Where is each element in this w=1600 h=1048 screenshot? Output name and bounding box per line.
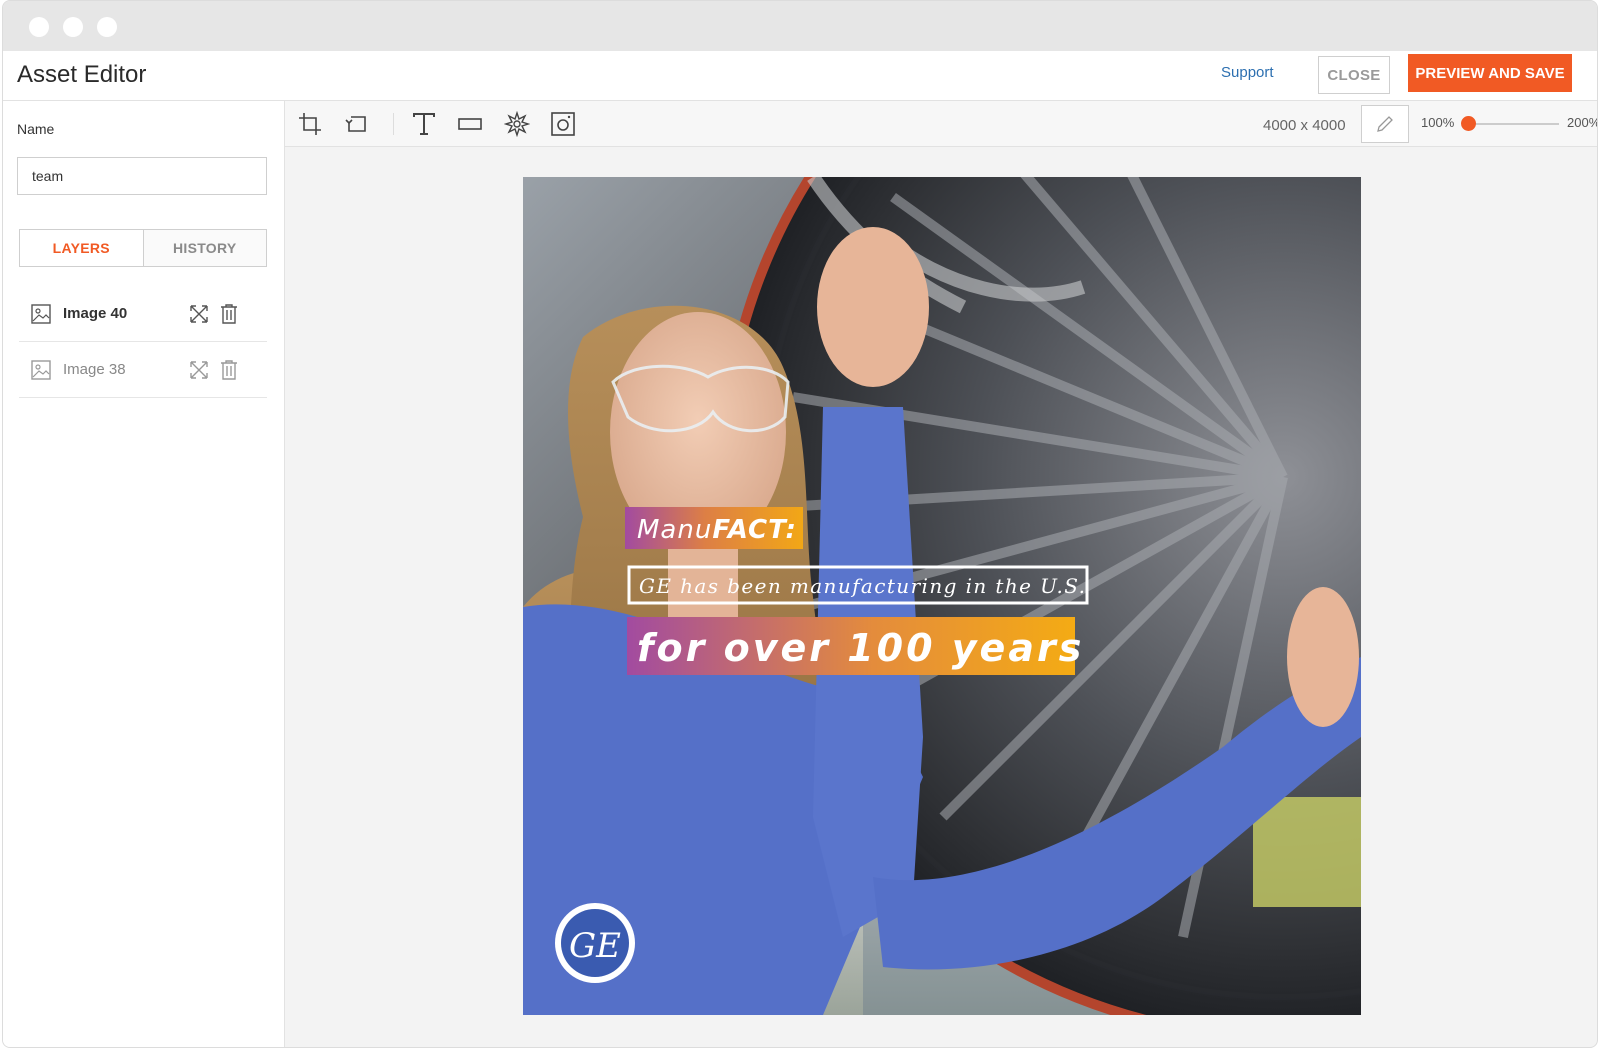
editor-toolbar: 4000 x 4000 100% 200% <box>285 101 1598 147</box>
sidebar: Name LAYERS HISTORY Image 40 Image 38 <box>3 101 285 1047</box>
expand-icon[interactable] <box>189 359 209 381</box>
close-button[interactable]: CLOSE <box>1318 56 1390 94</box>
toolbar-divider <box>393 113 394 135</box>
instagram-icon[interactable] <box>550 111 576 137</box>
pencil-icon <box>1377 116 1393 132</box>
image-icon <box>31 360 51 380</box>
trash-icon[interactable] <box>219 359 239 381</box>
app-window: Asset Editor Support CLOSE PREVIEW AND S… <box>2 0 1598 1048</box>
preview-and-save-button[interactable]: PREVIEW AND SAVE <box>1408 54 1572 92</box>
rotate-icon[interactable] <box>343 111 369 137</box>
canvas-tagline: for over 100 years <box>637 626 1084 670</box>
window-minimize-dot[interactable] <box>63 17 83 37</box>
layer-name: Image 38 <box>63 361 126 378</box>
window-titlebar <box>3 1 1597 51</box>
crop-icon[interactable] <box>297 111 323 137</box>
layer-row[interactable]: Image 38 <box>19 342 267 398</box>
rectangle-icon[interactable] <box>457 111 483 137</box>
app-title: Asset Editor <box>17 61 147 88</box>
canvas-subline: GE has been manufacturing in the U.S. <box>639 574 1086 598</box>
window-zoom-dot[interactable] <box>97 17 117 37</box>
layer-name: Image 40 <box>63 305 128 322</box>
image-icon <box>31 304 51 324</box>
ge-logo: GE <box>555 903 635 983</box>
support-link[interactable]: Support <box>1221 64 1274 81</box>
canvas-headline: ManuFACT: <box>637 515 797 545</box>
zoom-min-label: 100% <box>1421 115 1455 130</box>
svg-text:GE: GE <box>569 926 621 966</box>
name-label: Name <box>17 121 55 137</box>
edit-dimensions-button[interactable] <box>1361 105 1409 143</box>
sidebar-tabs: LAYERS HISTORY <box>19 229 267 267</box>
zoom-slider-thumb[interactable] <box>1461 116 1476 131</box>
name-input[interactable] <box>17 157 267 195</box>
text-icon[interactable] <box>411 111 437 137</box>
zoom-slider-track[interactable] <box>1465 123 1559 125</box>
sticker-icon[interactable] <box>504 111 530 137</box>
tab-history[interactable]: HISTORY <box>142 230 266 266</box>
trash-icon[interactable] <box>219 303 239 325</box>
tab-layers[interactable]: LAYERS <box>20 230 143 266</box>
canvas-artwork: ManuFACT: GE has been manufacturing in t… <box>523 177 1361 1015</box>
zoom-max-label: 200% <box>1567 115 1598 130</box>
expand-icon[interactable] <box>189 303 209 325</box>
window-close-dot[interactable] <box>29 17 49 37</box>
asset-canvas[interactable]: ManuFACT: GE has been manufacturing in t… <box>523 177 1361 1015</box>
layer-row[interactable]: Image 40 <box>19 286 267 342</box>
canvas-dimensions: 4000 x 4000 <box>1263 117 1346 134</box>
app-header: Asset Editor Support CLOSE PREVIEW AND S… <box>3 51 1597 101</box>
